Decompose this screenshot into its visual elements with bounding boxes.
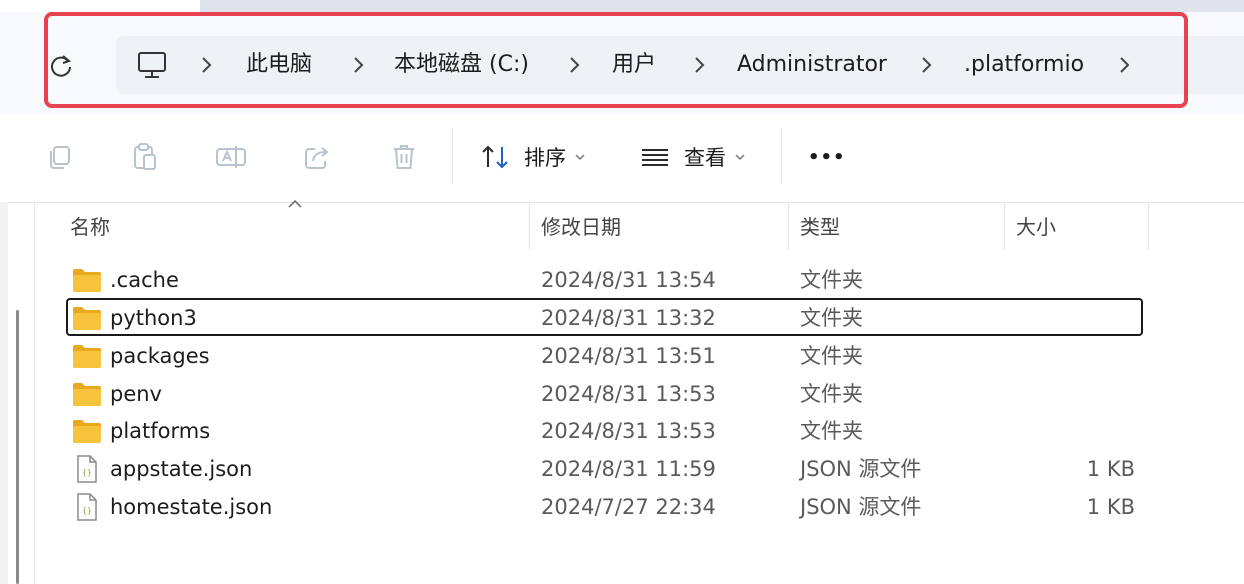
folder-icon bbox=[73, 383, 101, 406]
file-modified: 2024/8/31 13:53 bbox=[541, 382, 716, 406]
paste-icon bbox=[134, 143, 156, 170]
sort-label: 排序 bbox=[524, 146, 566, 170]
file-type: 文件夹 bbox=[800, 419, 863, 443]
file-name: platforms bbox=[110, 419, 211, 443]
chevron-right-icon[interactable] bbox=[918, 55, 936, 75]
sort-button[interactable]: 排序 bbox=[480, 140, 586, 174]
column-divider[interactable] bbox=[1148, 204, 1149, 250]
file-size: 1 KB bbox=[1086, 457, 1135, 481]
chevron-down-icon bbox=[735, 154, 745, 161]
file-modified: 2024/7/27 22:34 bbox=[541, 495, 716, 519]
file-name: appstate.json bbox=[110, 457, 253, 481]
share-button[interactable] bbox=[300, 140, 334, 174]
view-button[interactable]: 查看 bbox=[640, 140, 746, 174]
rename-button[interactable] bbox=[214, 140, 248, 174]
file-size bbox=[1010, 375, 1135, 413]
chevron-right-icon[interactable] bbox=[1116, 55, 1134, 75]
file-size: 1 KB bbox=[1086, 495, 1135, 519]
folder-icon bbox=[73, 420, 101, 443]
toolbar-divider bbox=[781, 128, 782, 184]
command-bar bbox=[0, 114, 1244, 203]
share-icon bbox=[305, 147, 329, 169]
folder-icon bbox=[73, 307, 101, 330]
file-type: 文件夹 bbox=[800, 344, 863, 368]
breadcrumb-item-platformio[interactable]: .platformio bbox=[964, 48, 1084, 82]
breadcrumb-item-local-disk[interactable]: 本地磁盘 (C:) bbox=[394, 48, 529, 82]
folder-icon bbox=[73, 269, 101, 292]
file-type: JSON 源文件 bbox=[800, 495, 922, 519]
refresh-button[interactable] bbox=[44, 49, 78, 83]
file-size bbox=[1010, 412, 1135, 450]
file-modified: 2024/8/31 11:59 bbox=[541, 457, 716, 481]
column-header-type[interactable]: 类型 bbox=[800, 204, 840, 250]
column-header-size[interactable]: 大小 bbox=[1016, 204, 1056, 250]
chevron-right-icon[interactable] bbox=[566, 55, 584, 75]
column-header-name[interactable]: 名称 bbox=[70, 204, 110, 250]
chevron-right-icon[interactable] bbox=[691, 55, 709, 75]
file-type: JSON 源文件 bbox=[800, 457, 922, 481]
sort-ascending-caret-icon bbox=[288, 199, 302, 208]
chevron-right-icon[interactable] bbox=[198, 55, 216, 75]
navigation-pane-edge bbox=[0, 202, 8, 584]
svg-text:{}: {} bbox=[82, 468, 92, 477]
this-pc-icon[interactable] bbox=[137, 50, 167, 80]
file-size bbox=[1010, 299, 1135, 337]
rename-icon bbox=[216, 146, 246, 168]
file-type: 文件夹 bbox=[800, 382, 863, 406]
breadcrumb-item-users[interactable]: 用户 bbox=[612, 48, 656, 82]
file-type: 文件夹 bbox=[800, 268, 863, 292]
file-size bbox=[1010, 337, 1135, 375]
copy-icon bbox=[50, 146, 70, 169]
json-file-icon: {} bbox=[77, 493, 97, 521]
file-name: packages bbox=[110, 344, 210, 368]
breadcrumb-item-this-pc[interactable]: 此电脑 bbox=[246, 48, 312, 82]
file-size bbox=[1010, 261, 1135, 299]
folder-icon bbox=[73, 345, 101, 368]
view-list-icon bbox=[642, 149, 668, 166]
column-divider[interactable] bbox=[529, 204, 530, 250]
column-divider[interactable] bbox=[1004, 204, 1005, 250]
more-options-button[interactable]: ••• bbox=[808, 140, 846, 174]
file-name: homestate.json bbox=[110, 495, 273, 519]
trash-icon bbox=[394, 145, 414, 169]
pane-divider[interactable] bbox=[34, 202, 35, 584]
svg-text:{}: {} bbox=[82, 506, 92, 515]
chevron-down-icon bbox=[575, 154, 585, 161]
file-modified: 2024/8/31 13:54 bbox=[541, 268, 716, 292]
file-type: 文件夹 bbox=[800, 306, 863, 330]
breadcrumb-item-administrator[interactable]: Administrator bbox=[737, 48, 887, 82]
column-divider[interactable] bbox=[788, 204, 789, 250]
copy-button[interactable] bbox=[42, 140, 76, 174]
file-name: penv bbox=[110, 382, 162, 406]
file-modified: 2024/8/31 13:53 bbox=[541, 419, 716, 443]
delete-button[interactable] bbox=[387, 140, 421, 174]
json-file-icon: {} bbox=[77, 455, 97, 483]
file-name: .cache bbox=[110, 268, 179, 292]
view-label: 查看 bbox=[684, 146, 726, 170]
toolbar-divider bbox=[452, 128, 453, 184]
chevron-right-icon[interactable] bbox=[350, 55, 368, 75]
tab-strip bbox=[200, 0, 1244, 12]
paste-button[interactable] bbox=[128, 140, 162, 174]
column-header-modified[interactable]: 修改日期 bbox=[541, 204, 621, 250]
file-name: python3 bbox=[110, 306, 197, 330]
file-modified: 2024/8/31 13:32 bbox=[541, 306, 716, 330]
refresh-icon bbox=[51, 55, 72, 77]
sort-icon bbox=[482, 145, 508, 169]
navigation-scrollbar[interactable] bbox=[16, 310, 19, 584]
file-modified: 2024/8/31 13:51 bbox=[541, 344, 716, 368]
